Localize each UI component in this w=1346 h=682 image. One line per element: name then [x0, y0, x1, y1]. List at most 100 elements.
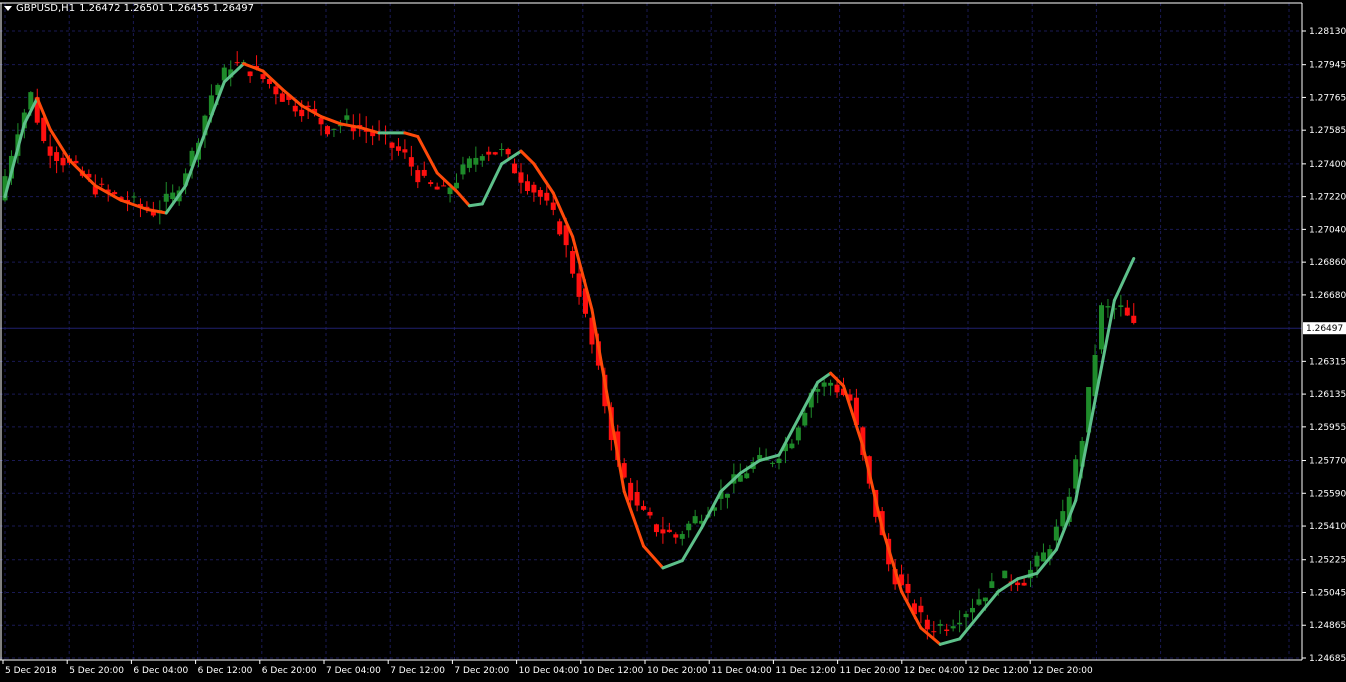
candle-body [234, 62, 240, 64]
candle-body [692, 516, 698, 524]
candle-body [279, 93, 285, 102]
ma-segment [261, 69, 284, 91]
ma-segment [319, 115, 342, 126]
candle [331, 128, 337, 138]
candle-body [950, 626, 956, 629]
candle-body [989, 581, 995, 588]
dropdown-triangle-icon[interactable] [4, 6, 12, 11]
candle-body [550, 202, 556, 210]
candle-body [428, 182, 434, 185]
x-tick-label: 6 Dec 20:00 [262, 666, 317, 676]
candle-body [473, 157, 479, 165]
candle [499, 143, 505, 157]
ma-segment [222, 62, 246, 84]
candle-body [325, 126, 330, 135]
y-tick-label: 1.24685 [1309, 654, 1346, 664]
candle-body [1002, 570, 1008, 579]
price-axis[interactable]: 1.28130 1.27945 1.27765 1.27585 1.27400 1.272… [1302, 27, 1346, 664]
candle [957, 610, 963, 633]
candle [34, 88, 40, 125]
candle [653, 523, 659, 537]
ma-segment [338, 122, 362, 129]
ma-segment [661, 559, 684, 570]
ma-segment [880, 526, 904, 594]
x-tick-label: 7 Dec 20:00 [454, 666, 509, 676]
candle [512, 158, 518, 174]
candle-body [460, 164, 466, 175]
ma-segment [467, 202, 484, 208]
candle-body [395, 146, 401, 151]
y-tick-label: 1.28130 [1309, 27, 1346, 37]
candle-body [789, 443, 795, 449]
candle [557, 218, 563, 237]
candle-body [673, 534, 679, 538]
candle-body [1021, 582, 1027, 586]
candle [1105, 299, 1111, 318]
chart-header: GBPUSD,H1 1.26472 1.26501 1.26455 1.2649… [4, 3, 254, 14]
candle [383, 125, 389, 145]
candle [789, 439, 795, 450]
candle-body [60, 157, 66, 166]
x-tick-label: 12 Dec 12:00 [968, 666, 1029, 676]
ma-segment [1054, 499, 1078, 552]
candle [389, 141, 395, 161]
candle-body [479, 156, 485, 161]
price-chart[interactable]: 1.28130 1.27945 1.27765 1.27585 1.27400 1.272… [0, 0, 1346, 682]
candle-body [770, 462, 776, 464]
candle-body [112, 192, 118, 195]
candle-body [686, 523, 692, 531]
candle [647, 507, 653, 519]
ma-segment [3, 122, 26, 199]
ma-segment [996, 577, 1020, 594]
ma-segment [938, 637, 962, 646]
candle [99, 177, 105, 188]
candle [660, 516, 666, 544]
ma-segment [622, 489, 646, 548]
candle [524, 174, 530, 195]
candle [1131, 303, 1137, 325]
candle-body [247, 71, 253, 77]
ma-segment [738, 459, 762, 475]
candle-body [918, 605, 924, 613]
candle-body [1131, 315, 1137, 323]
candle-body [1118, 305, 1124, 308]
candle [344, 108, 350, 126]
candle-body [492, 152, 498, 155]
ma-segment [455, 189, 471, 208]
candle-body [299, 109, 305, 117]
ma-segment [532, 162, 555, 195]
candle-body [931, 631, 937, 633]
candle-body [976, 599, 982, 605]
candle-body [434, 186, 440, 190]
candle-body [318, 117, 324, 125]
y-tick-label: 1.27585 [1309, 126, 1346, 136]
candle [402, 139, 408, 159]
candle-body [441, 185, 447, 187]
candle [279, 91, 285, 102]
ma-segment [842, 384, 865, 448]
current-price-label: 1.26497 [1306, 324, 1343, 334]
candle [518, 163, 524, 194]
x-tick-label: 11 Dec 20:00 [840, 666, 901, 676]
candle [479, 154, 485, 167]
candle [686, 520, 692, 538]
candle-body [505, 149, 511, 155]
candle-body [937, 624, 943, 626]
x-tick-label: 7 Dec 04:00 [326, 666, 381, 676]
time-axis[interactable]: 5 Dec 2018 5 Dec 20:00 6 Dec 04:00 6 Dec 12… [2, 660, 1093, 676]
candle-body [724, 493, 730, 498]
candle [473, 146, 479, 172]
ma-segment [403, 131, 420, 139]
candle [692, 509, 698, 525]
candle-body [828, 382, 834, 386]
candle [1099, 302, 1104, 354]
candle-body [544, 192, 550, 201]
y-tick-label: 1.25410 [1309, 522, 1346, 532]
candle-body [415, 170, 421, 183]
candle [234, 51, 240, 66]
ma-segment [551, 191, 575, 239]
ma-segment [958, 613, 981, 641]
ma-segment [590, 307, 613, 421]
candle-body [499, 148, 505, 150]
candle [325, 125, 330, 137]
